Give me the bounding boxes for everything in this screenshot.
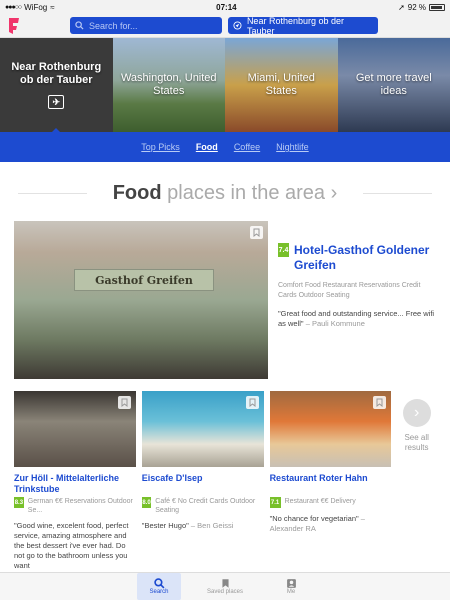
tab-saved-label: Saved places: [206, 589, 244, 595]
chevron-right-icon: ›: [330, 182, 338, 204]
tab-coffee[interactable]: Coffee: [234, 142, 260, 152]
venue-name[interactable]: Eiscafe D'Isep: [142, 473, 264, 495]
tab-nightlife[interactable]: Nightlife: [276, 142, 309, 152]
foursquare-logo-icon[interactable]: [6, 17, 22, 35]
venue-meta: Restaurant €€ Delivery: [284, 498, 356, 505]
see-all-button[interactable]: › See all results: [397, 391, 436, 571]
venue-name[interactable]: Hotel-Gasthof Goldener Greifen: [294, 243, 436, 273]
top-bar: Search for... Near Rothenburg ob der Tau…: [0, 14, 450, 38]
tile-washington-label: Washington, United States: [120, 72, 217, 97]
tab-saved-places[interactable]: Saved places: [203, 573, 247, 600]
venue-tip: "Good wine, excelent food, perfect servi…: [14, 521, 136, 571]
tip-text: "Good wine, excelent food, perfect servi…: [14, 521, 129, 570]
bottom-tab-bar: Search Saved places Me: [0, 572, 450, 600]
bookmark-icon[interactable]: [245, 396, 259, 409]
bookmark-icon[interactable]: [373, 396, 387, 409]
location-icon: [233, 21, 242, 30]
section-title-rest: places in the area: [167, 182, 326, 204]
venue-card[interactable]: Restaurant Roter Hahn 7.1 Restaurant €€ …: [269, 391, 392, 571]
status-bar: ●●●○○ WiFog ≈ 07:14 ➚ 92 %: [0, 0, 450, 14]
venue-photo[interactable]: [269, 391, 392, 467]
wifi-icon: ≈: [50, 2, 55, 12]
featured-venue-photo[interactable]: Gasthof Greifen: [14, 221, 268, 379]
battery-level: 92 %: [407, 2, 426, 12]
venue-tip: "Bester Hugo" – Ben Geissi: [142, 521, 264, 531]
venue-tip: "No chance for vegetarian" – Alexander R…: [270, 514, 392, 534]
section-title: Food places in the area ›: [113, 182, 338, 205]
location-arrow-icon: ➚: [398, 2, 405, 12]
rating-badge: 8.0: [141, 497, 152, 508]
venue-meta: German €€ Reservations Outdoor Se...: [27, 498, 133, 514]
venue-meta: Comfort Food Restaurant Reservations Cre…: [278, 282, 421, 299]
plane-icon: ✈: [48, 95, 65, 109]
location-label: Near Rothenburg ob der Tauber: [246, 15, 344, 36]
location-button[interactable]: Near Rothenburg ob der Tauber: [228, 15, 378, 36]
venue-photo[interactable]: [141, 391, 264, 467]
category-nav: Top Picks Food Coffee Nightlife: [0, 132, 450, 162]
search-placeholder: Search for...: [89, 20, 138, 31]
venue-meta: Café € No Credit Cards Outdoor Seating: [155, 498, 256, 514]
see-all-label: See all results: [404, 433, 429, 452]
featured-venue[interactable]: Gasthof Greifen 7.4 Hotel-Gasthof Golden…: [14, 221, 436, 379]
tab-top-picks[interactable]: Top Picks: [141, 142, 180, 152]
venue-name[interactable]: Restaurant Roter Hahn: [270, 473, 392, 495]
search-icon: [75, 21, 84, 30]
tab-food[interactable]: Food: [196, 142, 218, 152]
clock: 07:14: [216, 2, 237, 12]
bookmark-icon[interactable]: [250, 226, 263, 239]
tile-more-ideas[interactable]: Get more travel ideas: [337, 38, 450, 132]
section-heading[interactable]: Food places in the area ›: [0, 182, 450, 205]
search-input[interactable]: Search for...: [70, 17, 222, 34]
tile-near[interactable]: Near Rothenburg ob der Tauber ✈: [0, 38, 113, 132]
tile-miami-label: Miami, United States: [247, 72, 315, 97]
tab-me[interactable]: Me: [269, 573, 313, 600]
search-icon: [153, 578, 164, 589]
venue-photo[interactable]: [14, 391, 136, 467]
venue-card[interactable]: Eiscafe D'Isep 8.0 Café € No Credit Card…: [141, 391, 264, 571]
tip-text: "Bester Hugo": [141, 521, 189, 530]
tile-miami[interactable]: Miami, United States: [225, 38, 338, 132]
battery-icon: [429, 3, 445, 11]
bookmark-icon: [221, 579, 229, 588]
carrier: WiFog: [24, 2, 48, 12]
profile-icon: [286, 579, 296, 588]
venue-cards: Zur Höll - Mittelalterliche Trinkstube 8…: [14, 391, 436, 571]
venue-card[interactable]: Zur Höll - Mittelalterliche Trinkstube 8…: [14, 391, 136, 571]
tab-me-label: Me: [286, 589, 296, 595]
tip-author: – Pauli Kommune: [305, 319, 365, 328]
rating-badge: 7.1: [269, 497, 281, 508]
gasthof-sign: Gasthof Greifen: [74, 269, 214, 291]
rating-badge: 7.4: [278, 243, 289, 257]
tip-text: "No chance for vegetarian": [269, 514, 359, 523]
featured-venue-info: 7.4 Hotel-Gasthof Goldener Greifen Comfo…: [268, 221, 436, 379]
bookmark-icon[interactable]: [117, 396, 131, 409]
rating-badge: 8.3: [14, 497, 24, 508]
tile-more-ideas-label: Get more travel ideas: [355, 72, 432, 97]
tile-near-label: Near Rothenburg ob der Tauber: [11, 61, 102, 86]
venue-tip: "Great food and outstanding service... F…: [278, 309, 436, 329]
destination-tiles: Near Rothenburg ob der Tauber ✈ Washingt…: [0, 38, 450, 132]
venue-name[interactable]: Zur Höll - Mittelalterliche Trinkstube: [14, 473, 136, 495]
tab-search[interactable]: Search: [137, 573, 181, 600]
divider: [363, 193, 432, 194]
tile-washington[interactable]: Washington, United States: [112, 38, 225, 132]
divider: [18, 193, 87, 194]
tab-search-label: Search: [149, 589, 169, 595]
chevron-right-icon: ›: [402, 399, 431, 427]
signal-dots: ●●●○○: [5, 3, 22, 11]
section-title-bold: Food: [112, 182, 162, 204]
tip-author: – Ben Geissi: [190, 521, 234, 530]
